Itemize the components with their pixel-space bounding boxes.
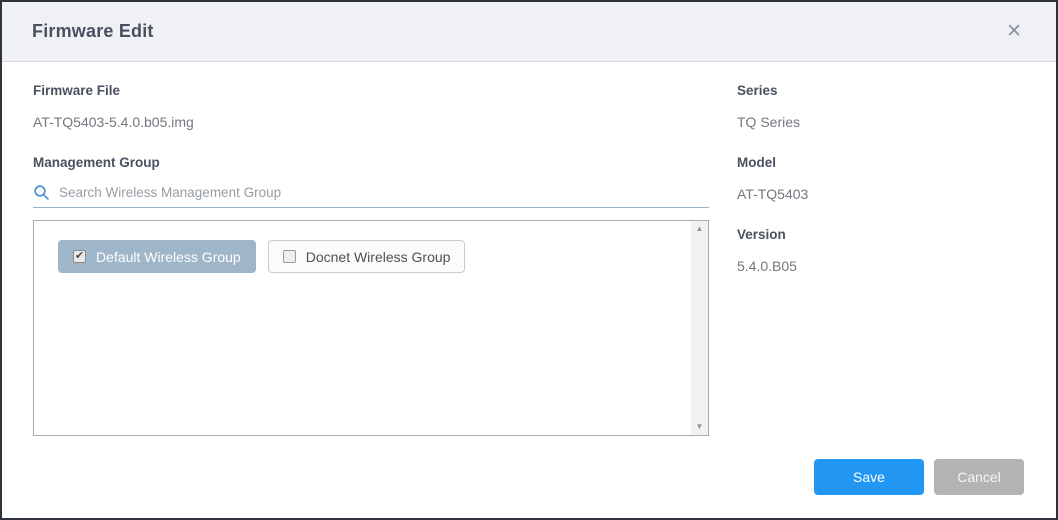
right-column: Series TQ Series Model AT-TQ5403 Version… [737, 83, 1026, 436]
close-icon[interactable]: ✕ [1002, 20, 1026, 43]
management-group-listbox: ✔ Default Wireless Group Docnet Wireless… [33, 220, 709, 436]
firmware-file-label: Firmware File [33, 83, 709, 98]
version-value: 5.4.0.B05 [737, 258, 1026, 274]
dialog-header: Firmware Edit ✕ [2, 2, 1056, 62]
scroll-down-icon[interactable]: ▼ [696, 422, 704, 432]
group-chip-label: Default Wireless Group [96, 249, 241, 265]
search-input[interactable] [59, 183, 709, 202]
group-chip-label: Docnet Wireless Group [306, 249, 451, 265]
group-chip-default-wireless[interactable]: ✔ Default Wireless Group [58, 240, 256, 273]
firmware-file-value: AT-TQ5403-5.4.0.b05.img [33, 114, 709, 130]
group-chips: ✔ Default Wireless Group Docnet Wireless… [58, 240, 668, 273]
scroll-up-icon[interactable]: ▲ [696, 224, 704, 234]
dialog-footer: Save Cancel [814, 459, 1024, 495]
management-group-label: Management Group [33, 155, 709, 170]
group-search [33, 183, 709, 208]
dialog-body: Firmware File AT-TQ5403-5.4.0.b05.img Ma… [2, 62, 1056, 436]
checkbox-unchecked-icon[interactable] [283, 250, 296, 263]
group-chip-docnet-wireless[interactable]: Docnet Wireless Group [268, 240, 466, 273]
dialog-title: Firmware Edit [32, 21, 154, 42]
left-column: Firmware File AT-TQ5403-5.4.0.b05.img Ma… [33, 83, 709, 436]
search-icon [33, 184, 50, 201]
listbox-scrollbar[interactable]: ▲ ▼ [691, 221, 708, 435]
version-label: Version [737, 227, 1026, 242]
model-label: Model [737, 155, 1026, 170]
firmware-edit-dialog: Firmware Edit ✕ Firmware File AT-TQ5403-… [0, 0, 1058, 520]
model-value: AT-TQ5403 [737, 186, 1026, 202]
checkbox-checked-icon[interactable]: ✔ [73, 250, 86, 263]
series-label: Series [737, 83, 1026, 98]
series-value: TQ Series [737, 114, 1026, 130]
save-button[interactable]: Save [814, 459, 924, 495]
cancel-button[interactable]: Cancel [934, 459, 1024, 495]
